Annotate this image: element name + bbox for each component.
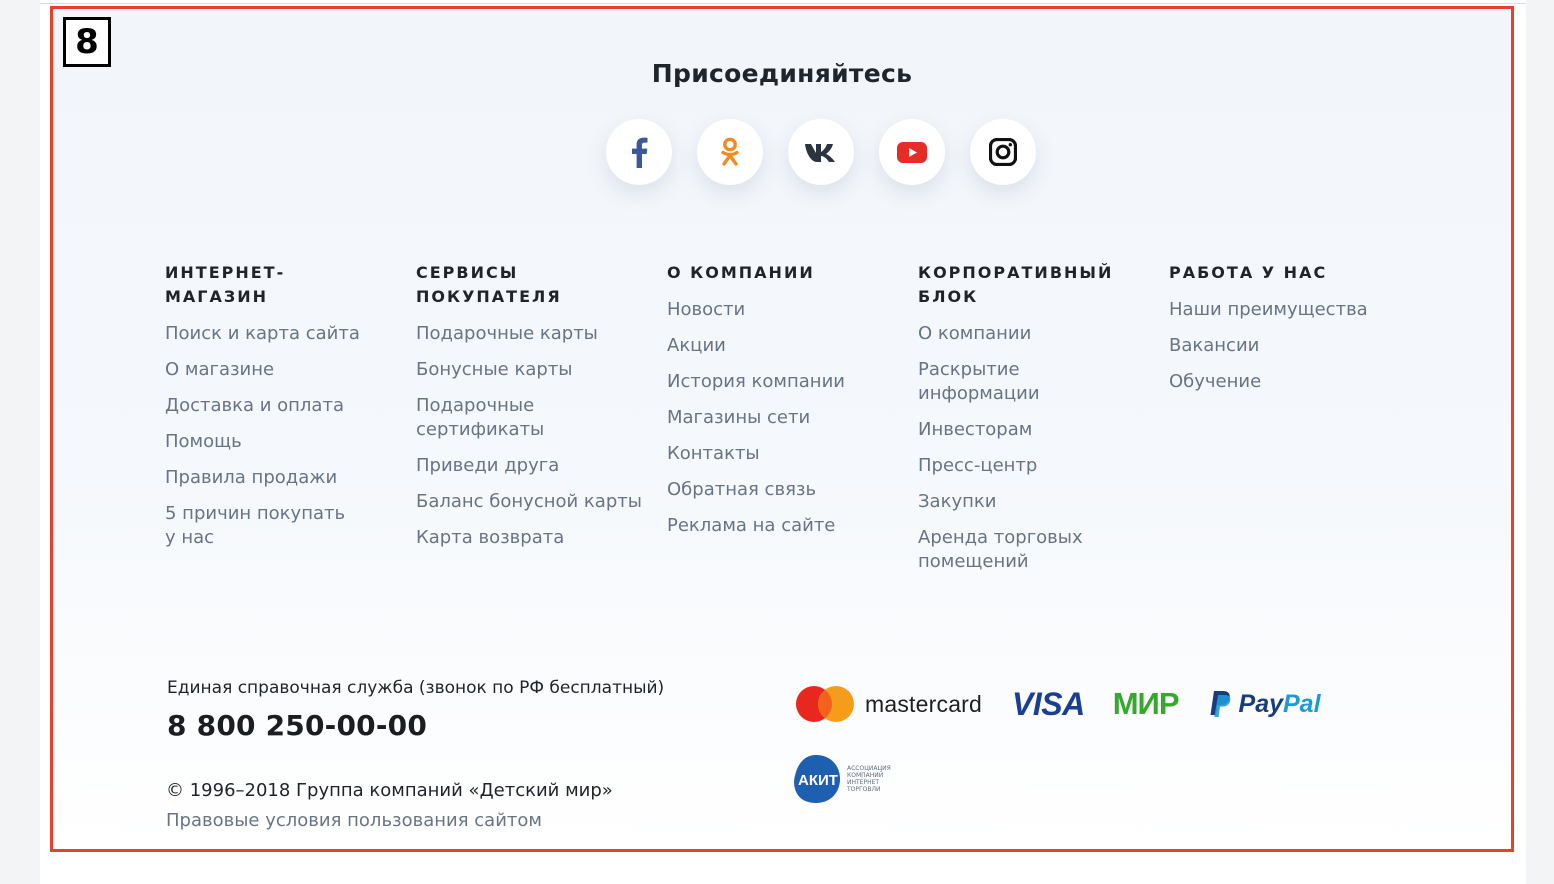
mastercard-logo: mastercard [795,685,982,723]
paypal-logo: PayPal [1209,690,1321,719]
footer-link[interactable]: Приведи друга [416,454,641,478]
payment-logos: mastercard VISA МИР PayPal [795,685,1321,723]
youtube-icon [897,141,927,163]
column-corporate-block: КОРПОРАТИВНЫЙ БЛОК О компании Раскрытие … [918,261,1169,586]
footer-link[interactable]: Подарочные карты [416,322,641,346]
site-footer: 8 Присоединяйтесь ИНТЕРНЕТ-МАГАЗИН Поиск… [50,6,1514,852]
footer-link[interactable]: Бонусные карты [416,358,641,382]
footer-link[interactable]: Поиск и карта сайта [165,322,390,346]
column-about-company: О КОМПАНИИ Новости Акции История компани… [667,261,918,586]
column-careers: РАБОТА У НАС Наши преимущества Вакансии … [1169,261,1420,586]
column-heading: КОРПОРАТИВНЫЙ БЛОК [918,263,1114,306]
footer-link[interactable]: О компании [918,322,1143,346]
footer-columns: ИНТЕРНЕТ-МАГАЗИН Поиск и карта сайта О м… [165,261,1420,586]
column-online-store: ИНТЕРНЕТ-МАГАЗИН Поиск и карта сайта О м… [165,261,416,586]
instagram-icon [989,138,1017,166]
footer-link[interactable]: Реклама на сайте [667,514,892,538]
column-heading: ИНТЕРНЕТ-МАГАЗИН [165,263,286,306]
vk-button[interactable] [788,119,854,185]
social-links [606,119,1036,185]
footer-link[interactable]: Наши преимущества [1169,298,1394,322]
footer-link[interactable]: Доставка и оплата [165,394,390,418]
footer-link[interactable]: Инвесторам [918,418,1143,442]
footer-link[interactable]: Карта возврата [416,526,641,550]
instagram-button[interactable] [970,119,1036,185]
hotline-phone[interactable]: 8 800 250-00-00 [167,709,427,742]
footer-link[interactable]: Помощь [165,430,390,454]
footer-link[interactable]: Пресс-центр [918,454,1143,478]
akit-logo[interactable]: АКИТ АССОЦИАЦИЯ КОМПАНИЙ ИНТЕРНЕТ ТОРГОВ… [794,753,897,805]
odnoklassniki-icon [721,137,739,166]
column-customer-services: СЕРВИСЫ ПОКУПАТЕЛЯ Подарочные карты Бону… [416,261,667,586]
footer-link[interactable]: Контакты [667,442,892,466]
mastercard-circles-icon [796,686,854,722]
footer-link[interactable]: Магазины сети [667,406,892,430]
footer-link[interactable]: Вакансии [1169,334,1394,358]
paypal-p-icon [1210,691,1230,717]
footer-link[interactable]: О магазине [165,358,390,382]
odnoklassniki-button[interactable] [697,119,763,185]
footer-link[interactable]: Новости [667,298,892,322]
footer-link[interactable]: Правила продажи [165,466,390,490]
footer-link[interactable]: Закупки [918,490,1143,514]
facebook-icon [632,137,648,168]
column-heading: РАБОТА У НАС [1169,263,1328,282]
footer-link[interactable]: Подарочные сертификаты [416,394,566,442]
footer-link[interactable]: История компании [667,370,892,394]
footer-link[interactable]: Аренда торговых помещений [918,526,1098,574]
join-title: Присоединяйтесь [651,59,913,88]
column-heading: СЕРВИСЫ ПОКУПАТЕЛЯ [416,263,562,306]
svg-text:АКИТ: АКИТ [798,772,838,789]
visa-logo: VISA [1012,685,1085,722]
footer-link[interactable]: Акции [667,334,892,358]
terms-of-use-link[interactable]: Правовые условия пользования сайтом [166,810,542,831]
akit-badge-icon: АКИТ [794,755,840,803]
footer-link[interactable]: Раскрытие информации [918,358,1058,406]
top-divider [40,3,1526,4]
footer-link[interactable]: Обучение [1169,370,1394,394]
footer-link[interactable]: 5 причин покупать у нас [165,502,355,550]
footer-link[interactable]: Баланс бонусной карты [416,490,656,514]
youtube-button[interactable] [879,119,945,185]
mir-logo: МИР [1112,686,1180,721]
column-heading: О КОМПАНИИ [667,263,815,282]
akit-caption: АССОЦИАЦИЯ КОМПАНИЙ ИНТЕРНЕТ ТОРГОВЛИ [847,765,891,793]
paypal-wordmark: PayPal [1238,689,1321,718]
footer-link[interactable]: Обратная связь [667,478,892,502]
facebook-button[interactable] [606,119,672,185]
mastercard-wordmark: mastercard [865,690,983,717]
vk-icon [805,144,835,162]
help-service-label: Единая справочная служба (звонок по РФ б… [167,678,665,698]
copyright-text: © 1996–2018 Группа компаний «Детский мир… [166,780,613,801]
